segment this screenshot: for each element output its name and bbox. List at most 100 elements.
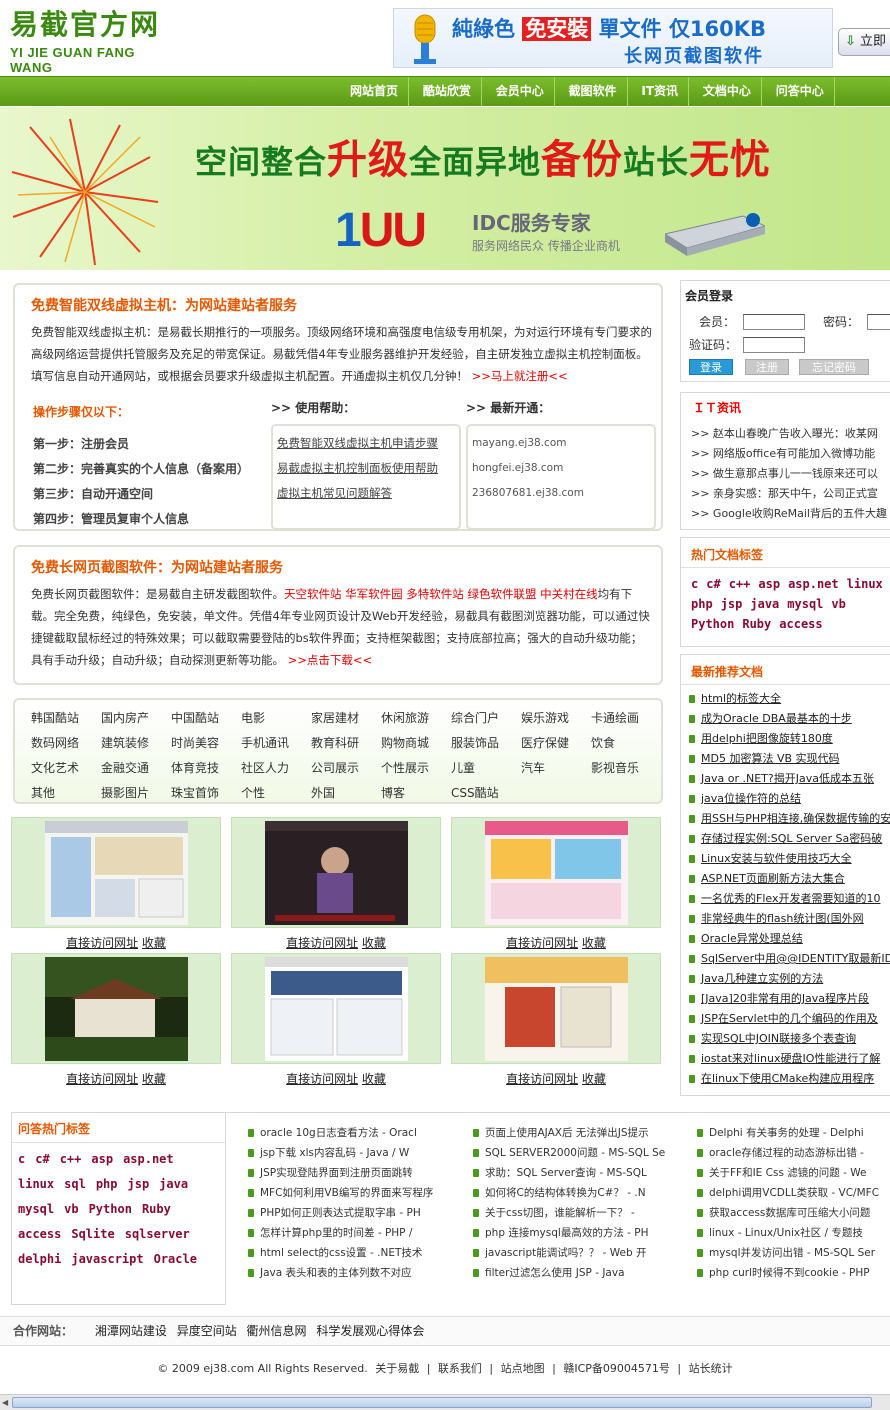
- new-site-link[interactable]: 236807681.ej38.com: [472, 481, 650, 506]
- rec-doc-item[interactable]: ASP.NET页面刷新方法大集合: [681, 869, 890, 889]
- nav-item-docs[interactable]: 文档中心: [693, 77, 762, 106]
- rec-doc-link[interactable]: 用delphi把图像旋转180度: [701, 732, 833, 745]
- it-news-item[interactable]: >> Google收购ReMail背后的五件大趣: [681, 504, 890, 524]
- qa-question-text[interactable]: PHP如何正则表达式提取字串 - PH: [260, 1207, 421, 1219]
- rec-doc-link[interactable]: SqlServer中用@@IDENTITY取最新ID: [701, 952, 890, 965]
- rec-doc-link[interactable]: java位操作符的总结: [701, 792, 801, 805]
- qa-question-item[interactable]: 求助：SQL Server查询 - MS-SQL: [473, 1163, 693, 1183]
- qa-question-text[interactable]: delphi调用VCDLL类获取 - VC/MFC: [709, 1187, 879, 1199]
- hot-tag[interactable]: access: [779, 614, 822, 634]
- thumbnail-frame[interactable]: [11, 817, 221, 928]
- qa-question-item[interactable]: 关于FF和IE Css 滤镜的问题 - We: [697, 1163, 890, 1183]
- category-link[interactable]: 文化艺术: [31, 756, 101, 781]
- visit-link[interactable]: 直接访问网址: [66, 936, 138, 950]
- help-link[interactable]: 免费智能双线虚拟主机申请步骤: [277, 431, 455, 456]
- software-ad-banner[interactable]: 純綠色 免安裝 單文件 仅160KB 长网页截图软件: [393, 8, 833, 68]
- password-input[interactable]: [867, 314, 890, 330]
- qa-question-text[interactable]: 求助：SQL Server查询 - MS-SQL: [485, 1167, 647, 1179]
- category-link[interactable]: 家居建材: [311, 706, 381, 731]
- category-link[interactable]: 社区人力: [241, 756, 311, 781]
- rec-doc-item[interactable]: 用SSH与PHP相连接,确保数据传输的安: [681, 809, 890, 829]
- qa-question-item[interactable]: javascript能调试吗？？ - Web 开: [473, 1243, 693, 1263]
- category-link[interactable]: 电影: [241, 706, 311, 731]
- it-news-item[interactable]: >> 赵本山春晚广告收入曝光：收某网: [681, 424, 890, 444]
- rec-doc-link[interactable]: ASP.NET页面刷新方法大集合: [701, 872, 845, 885]
- category-link[interactable]: 其他: [31, 781, 101, 806]
- rec-doc-link[interactable]: 一名优秀的Flex开发者需要知道的10: [701, 892, 880, 905]
- nav-item-home[interactable]: 网站首页: [340, 77, 410, 106]
- category-link[interactable]: 影视音乐: [591, 756, 661, 781]
- qa-question-item[interactable]: 关于css切图，谁能解析一下？ -: [473, 1203, 693, 1223]
- qa-tag[interactable]: c++: [60, 1147, 82, 1172]
- category-link[interactable]: 个性展示: [381, 756, 451, 781]
- thumbnail-frame[interactable]: [231, 817, 441, 928]
- qa-tag[interactable]: delphi: [18, 1247, 61, 1272]
- rec-doc-item[interactable]: java位操作符的总结: [681, 789, 890, 809]
- qa-question-text[interactable]: php curl时候得不到cookie - PHP: [709, 1267, 870, 1279]
- qa-tag[interactable]: asp.net: [123, 1147, 174, 1172]
- category-link[interactable]: 教育科研: [311, 731, 381, 756]
- qa-question-text[interactable]: 获取access数据库可压缩大小问题: [709, 1207, 870, 1219]
- rec-doc-item[interactable]: iostat来对linux硬盘IO性能进行了解: [681, 1049, 890, 1069]
- partner-link[interactable]: 湘潭网站建设: [95, 1324, 167, 1338]
- thumbnail-frame[interactable]: [11, 953, 221, 1064]
- qa-tag[interactable]: sqlserver: [125, 1222, 190, 1247]
- it-news-item[interactable]: >> 亲身实感：那天中午，公司正式宣: [681, 484, 890, 504]
- visit-link[interactable]: 直接访问网址: [506, 1072, 578, 1086]
- it-news-item[interactable]: >> 网络版office有可能加入微博功能: [681, 444, 890, 464]
- rec-doc-link[interactable]: [Java]20非常有用的Java程序片段: [701, 992, 869, 1005]
- new-site-link[interactable]: mayang.ej38.com: [472, 431, 650, 456]
- rec-doc-item[interactable]: 成为Oracle DBA最基本的十步: [681, 709, 890, 729]
- qa-question-text[interactable]: filter过滤怎么使用 JSP - Java: [485, 1267, 625, 1279]
- favorite-link[interactable]: 收藏: [362, 1072, 386, 1086]
- help-link[interactable]: 虚拟主机常见问题解答: [277, 481, 455, 506]
- qa-question-item[interactable]: php curl时候得不到cookie - PHP: [697, 1263, 890, 1283]
- rec-doc-item[interactable]: 用delphi把图像旋转180度: [681, 729, 890, 749]
- footer-link-sitemap[interactable]: 站点地图: [501, 1362, 545, 1375]
- hot-tag[interactable]: vb: [831, 594, 845, 614]
- rec-doc-link[interactable]: MD5 加密算法 VB 实现代码: [701, 752, 840, 765]
- rec-doc-item[interactable]: MD5 加密算法 VB 实现代码: [681, 749, 890, 769]
- category-link[interactable]: 中国酷站: [171, 706, 241, 731]
- new-site-link[interactable]: hongfei.ej38.com: [472, 456, 650, 481]
- qa-tag[interactable]: java: [159, 1172, 188, 1197]
- hot-tag[interactable]: mysql: [787, 594, 823, 614]
- nav-item-cool-sites[interactable]: 酷站欣赏: [413, 77, 482, 106]
- qa-question-text[interactable]: MFC如何利用VB编写的界面来写程序: [260, 1187, 433, 1199]
- rec-doc-item[interactable]: Oracle异常处理总结: [681, 929, 890, 949]
- category-link[interactable]: 娱乐游戏: [521, 706, 591, 731]
- nav-item-member[interactable]: 会员中心: [486, 77, 555, 106]
- rec-doc-link[interactable]: Java几种建立实例的方法: [701, 972, 823, 985]
- category-link[interactable]: 服装饰品: [451, 731, 521, 756]
- qa-question-item[interactable]: PHP如何正则表达式提取字串 - PH: [248, 1203, 468, 1223]
- qa-question-text[interactable]: oracle 10g日志查看方法 - Oracl: [260, 1127, 417, 1139]
- rec-doc-link[interactable]: 非常经典牛的flash统计图(国外网: [701, 912, 864, 925]
- category-link[interactable]: 手机通讯: [241, 731, 311, 756]
- qa-tag[interactable]: Sqlite: [71, 1222, 114, 1247]
- qa-question-text[interactable]: 怎样计算php里的时间差 - PHP /: [260, 1227, 412, 1239]
- qa-tag[interactable]: javascript: [71, 1247, 143, 1272]
- qa-question-text[interactable]: mysql并发访问出错 - MS-SQL Ser: [709, 1247, 875, 1259]
- favorite-link[interactable]: 收藏: [582, 1072, 606, 1086]
- qa-tag[interactable]: c#: [35, 1147, 49, 1172]
- qa-question-item[interactable]: oracle 10g日志查看方法 - Oracl: [248, 1123, 468, 1143]
- rec-doc-item[interactable]: [Java]20非常有用的Java程序片段: [681, 989, 890, 1009]
- qa-question-item[interactable]: MFC如何利用VB编写的界面来写程序: [248, 1183, 468, 1203]
- scrollbar-thumb[interactable]: [12, 1397, 872, 1408]
- rec-doc-item[interactable]: JSP在Servlet中的几个编码的作用及: [681, 1009, 890, 1029]
- rec-doc-link[interactable]: Linux安装与软件使用技巧大全: [701, 852, 852, 865]
- qa-question-item[interactable]: jsp下载 xls内容乱码 - Java / W: [248, 1143, 468, 1163]
- qa-question-item[interactable]: SQL SERVER2000问题 - MS-SQL Se: [473, 1143, 693, 1163]
- rec-doc-link[interactable]: Java or .NET?揭开Java低成本五张: [701, 772, 874, 785]
- rec-doc-item[interactable]: 存储过程实例:SQL Server Sa密码破: [681, 829, 890, 849]
- hot-tag[interactable]: java: [750, 594, 779, 614]
- qa-tag[interactable]: Python: [89, 1197, 132, 1222]
- visit-link[interactable]: 直接访问网址: [286, 936, 358, 950]
- qa-question-item[interactable]: mysql并发访问出错 - MS-SQL Ser: [697, 1243, 890, 1263]
- qa-tag[interactable]: mysql: [18, 1197, 54, 1222]
- scroll-left-arrow-icon[interactable]: ◀: [2, 1398, 8, 1407]
- qa-question-text[interactable]: php 连接mysql最高效的方法 - PH: [485, 1227, 649, 1239]
- qa-question-text[interactable]: javascript能调试吗？？ - Web 开: [485, 1247, 646, 1259]
- category-link[interactable]: 医疗保健: [521, 731, 591, 756]
- category-link[interactable]: 公司展示: [311, 756, 381, 781]
